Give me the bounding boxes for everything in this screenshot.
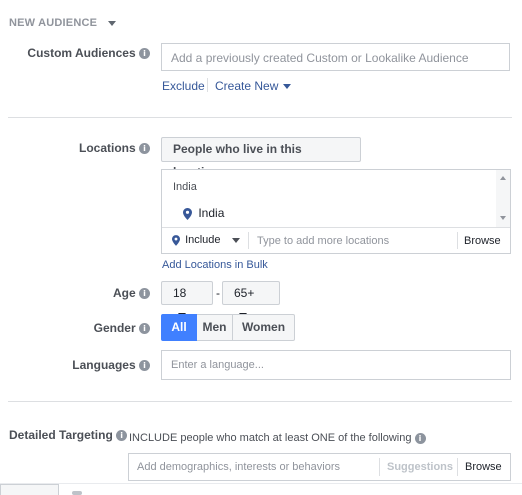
footer-toggle-icon[interactable] <box>72 491 82 495</box>
detailed-targeting-input[interactable]: Add demographics, interests or behaviors <box>137 461 340 473</box>
location-type-dropdown[interactable]: People who live in this location <box>161 137 361 179</box>
info-icon[interactable]: i <box>139 143 150 155</box>
custom-audiences-label: Custom Audiences i <box>10 46 150 60</box>
add-locations-bulk-link[interactable]: Add Locations in Bulk <box>162 259 268 271</box>
suggestions-button[interactable]: Suggestions <box>387 461 453 473</box>
location-pin-icon <box>183 207 192 220</box>
info-icon[interactable]: i <box>139 360 150 372</box>
gender-women-button[interactable]: Women <box>233 314 295 341</box>
include-dropdown[interactable]: Include <box>172 234 240 246</box>
scroll-up-arrow-icon[interactable] <box>500 176 506 180</box>
browse-separator <box>457 232 458 249</box>
header-title: NEW AUDIENCE <box>9 17 98 29</box>
location-search-divider <box>162 227 510 228</box>
custom-audience-input[interactable]: Add a previously created Custom or Looka… <box>161 43 510 71</box>
location-scrollbar[interactable] <box>496 170 510 228</box>
location-pin-icon <box>172 234 180 246</box>
age-label: Age i <box>10 286 150 300</box>
caret-down-icon <box>282 84 291 90</box>
footer-button[interactable] <box>0 484 59 495</box>
info-icon[interactable]: i <box>139 323 150 335</box>
detailed-targeting-box: Add demographics, interests or behaviors… <box>128 453 511 481</box>
include-separator <box>248 232 249 249</box>
location-search-input[interactable]: Type to add more locations <box>257 235 389 247</box>
location-box: India India Include Type to add more loc… <box>161 169 511 254</box>
gender-men-button[interactable]: Men <box>197 314 233 341</box>
new-audience-header[interactable]: NEW AUDIENCE <box>9 17 117 29</box>
gender-all-button[interactable]: All <box>161 314 197 341</box>
scroll-down-arrow-icon[interactable] <box>500 216 506 220</box>
info-icon[interactable]: i <box>116 430 128 442</box>
section-divider <box>8 401 512 402</box>
location-browse-button[interactable]: Browse <box>464 235 501 247</box>
caret-down-icon <box>231 237 240 243</box>
selected-location-item[interactable]: India <box>183 206 224 220</box>
locations-label: Locations i <box>10 141 150 155</box>
section-divider <box>8 117 512 118</box>
language-input[interactable]: Enter a language... <box>161 350 511 380</box>
info-icon[interactable]: i <box>414 432 426 444</box>
languages-label: Languages i <box>10 358 150 372</box>
chevron-down-icon <box>108 20 117 26</box>
info-icon[interactable]: i <box>139 288 150 300</box>
gender-toggle-group: All Men Women <box>161 314 295 341</box>
location-country-group: India <box>173 181 197 193</box>
info-icon[interactable]: i <box>139 48 150 60</box>
gender-label: Gender i <box>10 321 150 335</box>
age-separator: - <box>216 286 220 300</box>
browse-separator <box>457 458 458 476</box>
detailed-targeting-description: INCLUDE people who match at least ONE of… <box>129 432 426 444</box>
detailed-targeting-browse-button[interactable]: Browse <box>465 461 502 473</box>
suggestions-separator <box>379 458 380 476</box>
create-new-link[interactable]: Create New <box>215 79 291 93</box>
age-max-dropdown[interactable]: 65+ <box>222 281 280 319</box>
exclude-link[interactable]: Exclude <box>162 79 205 93</box>
age-min-dropdown[interactable]: 18 <box>161 281 213 319</box>
detailed-targeting-label: Detailed Targeting i <box>9 428 128 442</box>
link-separator <box>207 78 208 92</box>
footer-bar <box>0 483 522 495</box>
